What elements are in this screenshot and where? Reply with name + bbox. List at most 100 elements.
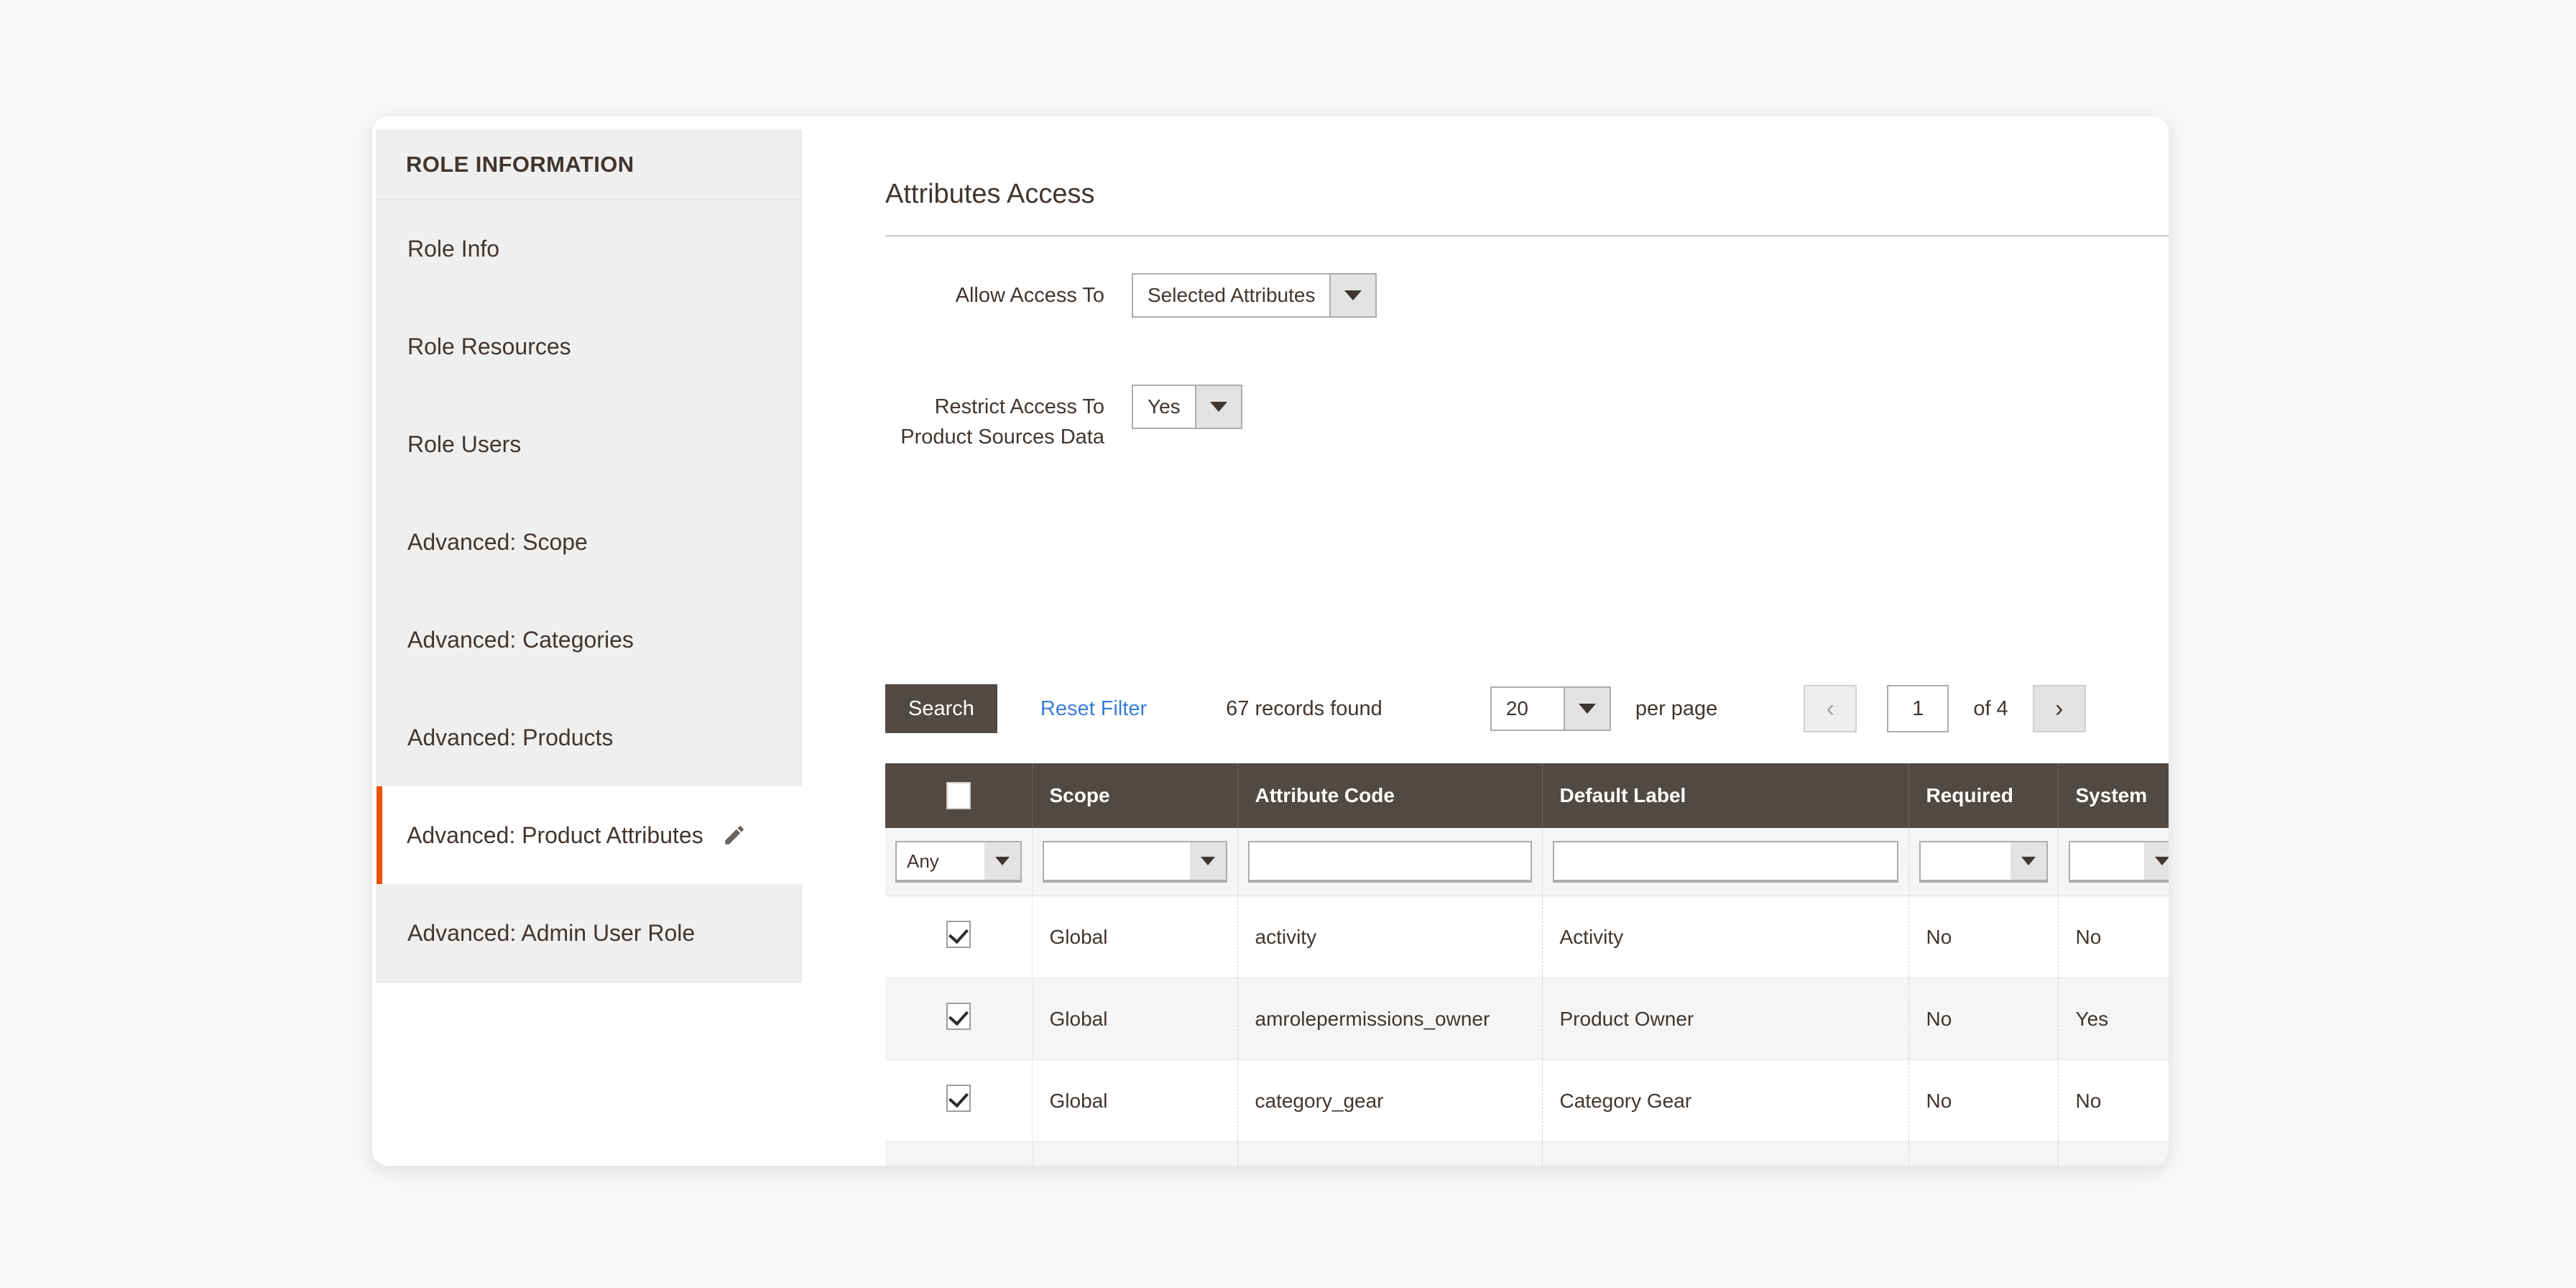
cell-attribute-code: amrolepermissions_owner [1237, 978, 1543, 1060]
sidebar-item-label: Advanced: Categories [407, 626, 634, 653]
chevron-down-icon [2144, 842, 2169, 880]
pagination: ‹ 1 of 4 › [1804, 685, 2086, 732]
filter-required-select[interactable] [1919, 841, 2048, 883]
sidebar-item-advanced-admin-user-role[interactable]: Advanced: Admin User Role [377, 884, 801, 982]
filter-scope-select[interactable] [1042, 841, 1227, 883]
sidebar-item-label: Role Users [407, 431, 522, 457]
attributes-grid: Scope Attribute Code Default Label Requi… [885, 763, 2169, 1166]
search-button[interactable]: Search [885, 684, 997, 733]
filter-cell-default-label [1542, 828, 1909, 896]
field-label-allow-access-to: Allow Access To [955, 284, 1104, 307]
field-allow-access-to: Allow Access To Selected Attributes [885, 273, 1377, 318]
sidebar-item-advanced-categories[interactable]: Advanced: Categories [377, 591, 801, 689]
cell-system: Yes [2058, 978, 2169, 1060]
restrict-access-control: Yes [1132, 385, 1242, 429]
sidebar: ROLE INFORMATION Role Info Role Resources… [377, 129, 802, 983]
table-row[interactable]: Global category_gear Category Gear No No [885, 1059, 2169, 1142]
title-divider [885, 235, 2169, 236]
cell-scope: Global [1032, 896, 1238, 978]
grid-header-system[interactable]: System [2058, 763, 2169, 828]
cell-scope: Global [1032, 1059, 1238, 1142]
filter-default-label-input[interactable] [1552, 841, 1898, 883]
cell-required: No [1908, 1059, 2059, 1142]
sidebar-item-label: Advanced: Admin User Role [407, 919, 696, 946]
row-checkbox[interactable] [946, 921, 971, 948]
chevron-down-icon [1329, 275, 1376, 316]
chevron-down-icon [984, 842, 1020, 880]
row-checkbox[interactable] [946, 1085, 971, 1112]
cell-required: No [1908, 896, 2059, 978]
cell-scope: Global [1032, 978, 1238, 1060]
cell-required: No [1908, 1141, 2059, 1166]
sidebar-item-role-users[interactable]: Role Users [377, 395, 801, 493]
cell-attribute-code: activity [1237, 896, 1543, 978]
grid-header-attribute-code[interactable]: Attribute Code [1237, 763, 1543, 828]
cell-attribute-code: category_gear [1237, 1059, 1543, 1142]
cell-scope: Global [1032, 1141, 1238, 1166]
allow-access-to-value: Selected Attributes [1148, 284, 1316, 306]
grid-header-scope[interactable]: Scope [1032, 763, 1238, 828]
page-title: Attributes Access [885, 179, 1095, 209]
sidebar-item-role-info[interactable]: Role Info [377, 200, 801, 298]
sidebar-item-advanced-products[interactable]: Advanced: Products [377, 689, 801, 786]
restrict-access-value: Yes [1148, 395, 1181, 418]
allow-access-to-control: Selected Attributes [1132, 273, 1377, 318]
sidebar-nav-list: Role Info Role Resources Role Users Advance… [377, 200, 802, 982]
cell-system: Yes [2058, 1141, 2169, 1166]
records-found-label: 67 records found [1226, 696, 1382, 720]
allow-access-to-select[interactable]: Selected Attributes [1132, 273, 1377, 318]
cell-attribute-code: category_ids [1237, 1141, 1543, 1166]
filter-required-value [1921, 842, 2011, 880]
main-content: Attributes Access Allow Access To Select… [885, 116, 2169, 1166]
table-row[interactable]: Global activity Activity No No [885, 896, 2169, 978]
filter-system-select[interactable] [2068, 841, 2169, 883]
previous-page-button[interactable]: ‹ [1804, 685, 1857, 732]
sidebar-item-label: Role Info [407, 235, 500, 262]
role-information-card: ROLE INFORMATION Role Info Role Resources… [372, 116, 2169, 1166]
pencil-icon[interactable] [722, 823, 747, 847]
filter-cell-required [1908, 828, 2059, 896]
filter-select-all-value: Any [907, 850, 939, 872]
sidebar-item-role-resources[interactable]: Role Resources [377, 298, 801, 395]
sidebar-item-label: Advanced: Products [407, 724, 614, 750]
sidebar-title: ROLE INFORMATION [377, 129, 801, 200]
per-page-select[interactable]: 20 [1490, 686, 1611, 731]
filter-system-value [2070, 842, 2145, 880]
filter-attribute-code-input[interactable] [1247, 841, 1532, 883]
grid-header-row: Scope Attribute Code Default Label Requi… [885, 763, 2169, 828]
table-row[interactable]: Global amrolepermissions_owner Product Own… [885, 978, 2169, 1060]
sidebar-item-advanced-scope[interactable]: Advanced: Scope [377, 493, 801, 591]
sidebar-item-label: Advanced: Scope [407, 528, 588, 555]
page-number-input[interactable]: 1 [1887, 685, 1949, 732]
select-all-checkbox[interactable] [946, 782, 971, 809]
grid-header-required[interactable]: Required [1908, 763, 2059, 828]
next-page-button[interactable]: › [2032, 685, 2086, 732]
row-select-cell [885, 896, 1033, 978]
grid-header-select-all [885, 763, 1033, 828]
sidebar-item-label: Role Resources [407, 333, 571, 359]
sidebar-item-advanced-product-attributes[interactable]: Advanced: Product Attributes [377, 786, 802, 884]
total-pages-label: of 4 [1973, 696, 2008, 720]
restrict-access-select[interactable]: Yes [1132, 385, 1242, 429]
cell-system: No [2058, 1059, 2169, 1142]
chevron-down-icon [2010, 842, 2046, 880]
table-row[interactable]: Globalcategory_idsCategoriesNoYes [885, 1141, 2169, 1166]
filter-select-all[interactable]: Any [895, 841, 1022, 883]
grid-body: Global activity Activity No No Global amrolepe… [885, 896, 2169, 1166]
per-page-value: 20 [1505, 697, 1528, 719]
grid-toolbar: Search Reset Filter 67 records found 20 … [885, 684, 2086, 733]
grid-header-default-label[interactable]: Default Label [1542, 763, 1909, 828]
filter-cell-scope [1032, 828, 1238, 896]
row-select-cell [885, 1141, 1033, 1166]
reset-filter-link[interactable]: Reset Filter [1040, 697, 1147, 721]
filter-cell-select-all: Any [885, 828, 1033, 896]
cell-default-label: Product Owner [1542, 978, 1909, 1060]
per-page-label: per page [1635, 696, 1718, 720]
cell-default-label: Activity [1542, 896, 1909, 978]
filter-scope-value [1044, 842, 1190, 880]
cell-required: No [1908, 978, 2059, 1060]
row-checkbox[interactable] [946, 1003, 971, 1030]
cell-default-label: Categories [1542, 1141, 1909, 1166]
sidebar-item-label: Advanced: Product Attributes [407, 822, 703, 848]
row-select-cell [885, 978, 1033, 1060]
